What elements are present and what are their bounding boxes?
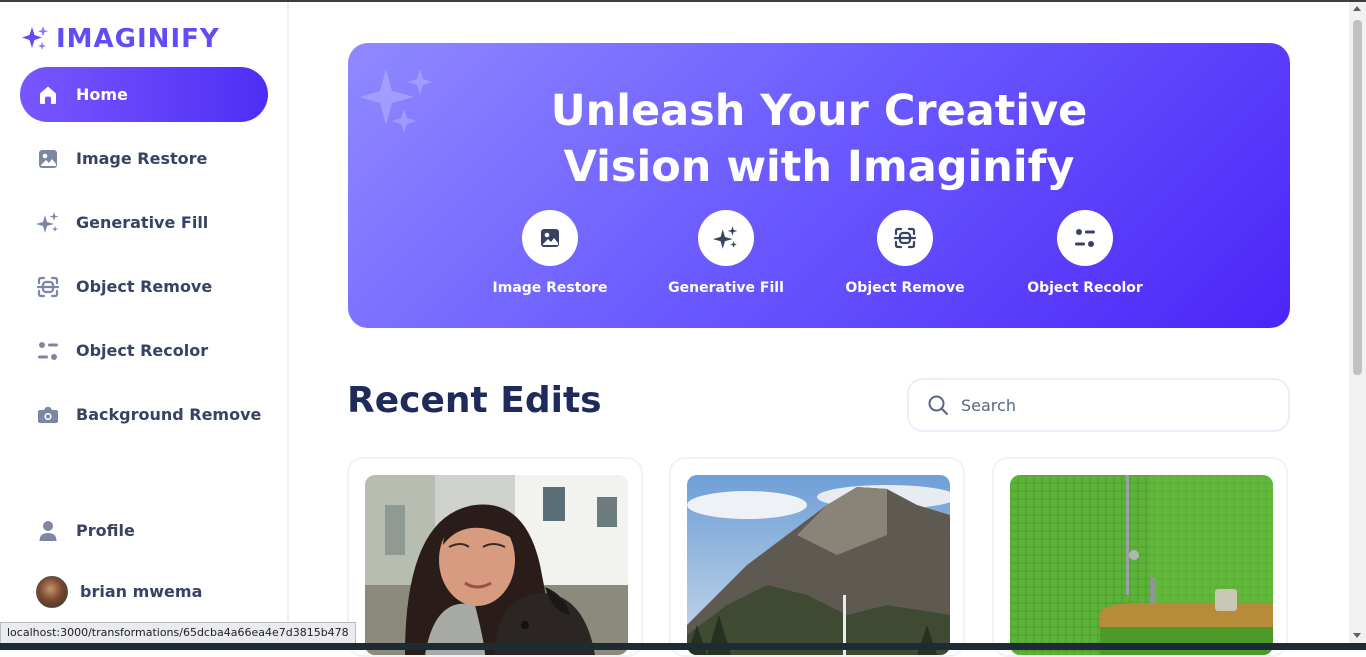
scan-icon xyxy=(36,275,60,299)
search-input[interactable] xyxy=(961,395,1261,415)
hero-link-object-remove[interactable]: Object Remove xyxy=(825,210,985,296)
page-scrollbar[interactable] xyxy=(1349,2,1366,650)
sidebar-item-label: Home xyxy=(76,85,128,104)
green-tiled-bathroom-photo[interactable] xyxy=(1010,475,1273,655)
hero-feature-label: Object Recolor xyxy=(1027,280,1143,296)
hero-feature-label: Image Restore xyxy=(492,280,608,296)
recent-edit-card[interactable] xyxy=(669,457,965,657)
woman-with-dog-photo[interactable] xyxy=(365,475,628,655)
stars-icon xyxy=(36,211,60,235)
camera-icon xyxy=(36,403,60,427)
home-icon xyxy=(36,83,60,107)
scan-icon xyxy=(877,210,933,266)
user-name: brian mwema xyxy=(80,582,203,601)
user-icon xyxy=(36,519,60,543)
sidebar-item-object-remove[interactable]: Object Remove xyxy=(20,259,268,314)
search-icon xyxy=(928,395,948,415)
sidebar-item-label: Object Recolor xyxy=(76,341,209,360)
hero-title: Unleash Your Creative Vision with Imagin… xyxy=(348,83,1290,195)
recent-edit-card[interactable] xyxy=(347,457,643,657)
image-icon xyxy=(36,147,60,171)
image-icon xyxy=(522,210,578,266)
mountain-cliff-photo[interactable] xyxy=(687,475,950,655)
sidebar-item-profile[interactable]: Profile xyxy=(20,503,268,558)
recent-edits-title: Recent Edits xyxy=(347,380,602,421)
logo[interactable]: IMAGINIFY xyxy=(20,24,220,54)
sidebar-item-label: Generative Fill xyxy=(76,213,209,232)
hero-link-object-recolor[interactable]: Object Recolor xyxy=(1005,210,1165,296)
logo-text: IMAGINIFY xyxy=(56,24,220,54)
stars-icon xyxy=(698,210,754,266)
sidebar-item-home[interactable]: Home xyxy=(20,67,268,122)
hero-banner: Unleash Your Creative Vision with Imagin… xyxy=(348,43,1290,328)
hero-title-line-1: Unleash Your Creative xyxy=(550,86,1088,136)
sidebar-item-object-recolor[interactable]: Object Recolor xyxy=(20,323,268,378)
sidebar-item-generative-fill[interactable]: Generative Fill xyxy=(20,195,268,250)
hero-title-line-2: Vision with Imaginify xyxy=(563,142,1075,192)
avatar[interactable] xyxy=(36,575,68,608)
hero-feature-label: Object Remove xyxy=(845,280,965,296)
sidebar-item-label: Object Remove xyxy=(76,277,213,296)
sidebar-item-image-restore[interactable]: Image Restore xyxy=(20,131,268,186)
os-taskbar xyxy=(0,643,1366,650)
sidebar: IMAGINIFY Home Image Restore Generative … xyxy=(0,2,289,650)
scroll-down-arrow-icon[interactable] xyxy=(1353,633,1361,638)
stars-logo-icon xyxy=(22,26,48,50)
link-preview-url: localhost:3000/transformations/65dcba4a6… xyxy=(0,622,356,644)
filter-icon xyxy=(36,339,60,363)
sidebar-item-label: Image Restore xyxy=(76,149,208,168)
filter-icon xyxy=(1057,210,1113,266)
scroll-thumb[interactable] xyxy=(1353,20,1362,375)
hero-link-image-restore[interactable]: Image Restore xyxy=(470,210,630,296)
search-bar[interactable] xyxy=(907,378,1290,432)
sidebar-item-label: Background Remove xyxy=(76,405,262,424)
hero-feature-label: Generative Fill xyxy=(668,280,784,296)
recent-edit-card[interactable] xyxy=(992,457,1288,657)
hero-link-generative-fill[interactable]: Generative Fill xyxy=(646,210,806,296)
sidebar-item-background-remove[interactable]: Background Remove xyxy=(20,387,268,442)
sidebar-item-label: Profile xyxy=(76,521,135,540)
scroll-up-arrow-icon[interactable] xyxy=(1353,6,1361,11)
user-account[interactable]: brian mwema xyxy=(20,564,268,619)
